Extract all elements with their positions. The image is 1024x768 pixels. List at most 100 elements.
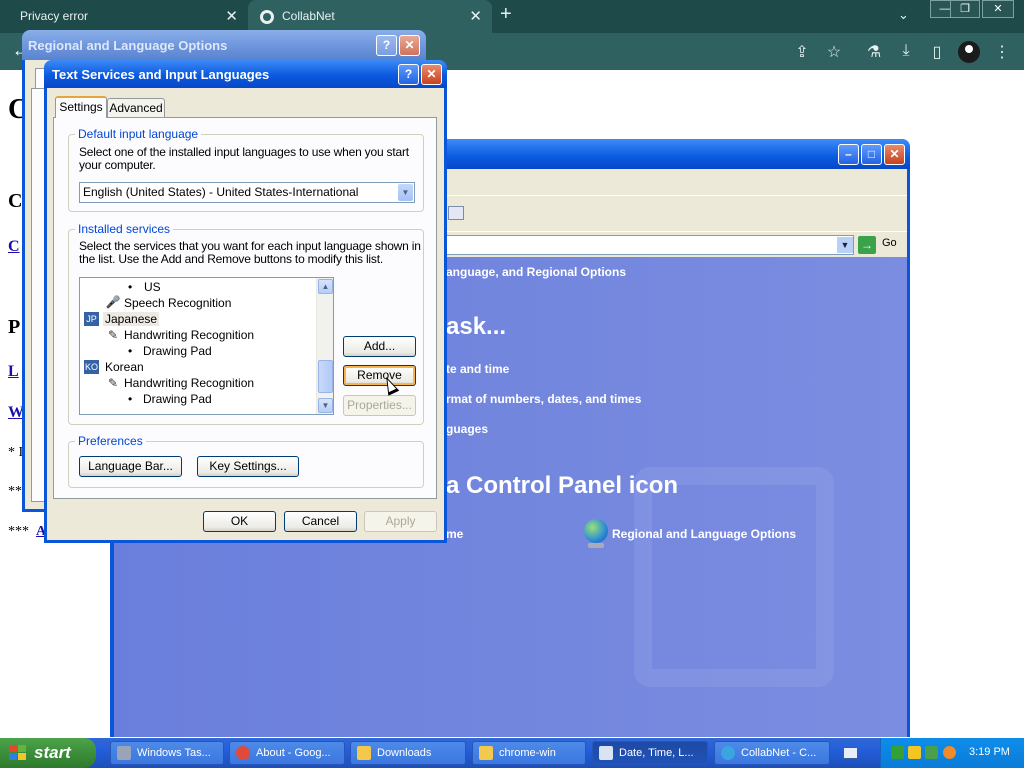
tab-settings[interactable]: Settings bbox=[55, 96, 107, 118]
flask-icon[interactable]: ⚗ bbox=[864, 42, 884, 62]
text-services-body: Settings Advanced Default input language… bbox=[47, 88, 444, 540]
apply-button[interactable]: Apply bbox=[364, 511, 437, 532]
text-services-titlebar: Text Services and Input Languages ? ✕ bbox=[44, 60, 447, 88]
list-item[interactable]: Handwriting Recognition bbox=[124, 376, 254, 390]
task-link-languages[interactable]: guages bbox=[446, 422, 488, 436]
close-window-button[interactable]: ✕ bbox=[982, 0, 1014, 18]
tab-advanced[interactable]: Advanced bbox=[107, 98, 165, 118]
default-language-select[interactable]: English (United States) - United States-… bbox=[79, 182, 415, 203]
download-icon[interactable]: ⤓ bbox=[896, 42, 916, 60]
regional-language-options-link[interactable]: Regional and Language Options bbox=[612, 527, 796, 541]
pen-icon: ✎ bbox=[107, 376, 119, 390]
tab-search-button[interactable]: ⌄ bbox=[898, 7, 909, 23]
start-label: start bbox=[34, 743, 71, 762]
restore-button[interactable]: ❐ bbox=[950, 0, 980, 18]
list-item[interactable]: Drawing Pad bbox=[143, 344, 212, 358]
list-item[interactable]: US bbox=[144, 280, 161, 294]
network-icon[interactable] bbox=[891, 746, 904, 759]
date-time-icon-link[interactable]: me bbox=[446, 527, 463, 541]
properties-button[interactable]: Properties... bbox=[343, 395, 416, 416]
remove-button[interactable]: Remove bbox=[343, 365, 416, 386]
star-icon[interactable]: ☆ bbox=[824, 42, 844, 62]
dialog-title: Regional and Language Options bbox=[28, 38, 228, 53]
close-tab-icon[interactable]: ✕ bbox=[469, 0, 482, 33]
group-title: Preferences bbox=[75, 434, 146, 448]
page-link-fragment[interactable]: L bbox=[8, 363, 19, 381]
maximize-icon[interactable]: □ bbox=[861, 144, 882, 165]
close-icon[interactable]: ✕ bbox=[421, 64, 442, 85]
taskbar-item-label: About - Goog... bbox=[256, 747, 331, 759]
sidebar-icon[interactable]: ▯ bbox=[927, 42, 947, 62]
group-title: Installed services bbox=[75, 222, 174, 236]
cancel-button[interactable]: Cancel bbox=[284, 511, 357, 532]
default-input-language-group: Default input language Select one of the… bbox=[68, 127, 424, 212]
help-icon[interactable]: ? bbox=[376, 35, 397, 56]
group-title: Default input language bbox=[75, 127, 202, 141]
taskbar-item-task-manager[interactable]: Windows Tas... bbox=[110, 741, 224, 765]
go-arrow-icon[interactable]: → bbox=[858, 236, 876, 254]
browser-tab-strip: Privacy error ✕ CollabNet ✕ + ⌄ — ❐ ✕ bbox=[0, 0, 1024, 33]
tab-collabnet[interactable]: CollabNet ✕ bbox=[248, 0, 492, 33]
taskbar-item-about-google[interactable]: About - Goog... bbox=[229, 741, 345, 765]
views-icon[interactable] bbox=[448, 206, 464, 220]
task-link-number-format[interactable]: rmat of numbers, dates, and times bbox=[446, 392, 641, 406]
start-button[interactable]: start bbox=[0, 738, 96, 768]
minimize-icon[interactable]: – bbox=[838, 144, 859, 165]
regional-dialog-titlebar: Regional and Language Options ? ✕ bbox=[22, 30, 426, 60]
language-bar-button[interactable]: Language Bar... bbox=[79, 456, 182, 477]
text-services-dialog: Text Services and Input Languages ? ✕ Se… bbox=[44, 60, 447, 543]
search-icon[interactable] bbox=[943, 746, 956, 759]
taskbar-item-date-time[interactable]: Date, Time, L... bbox=[592, 741, 708, 765]
help-icon[interactable]: ? bbox=[398, 64, 419, 85]
scroll-down-icon[interactable]: ▼ bbox=[318, 398, 333, 413]
installed-services-list[interactable]: • US 🎤 Speech Recognition JP Japanese ✎ … bbox=[79, 277, 334, 415]
checkmark-watermark bbox=[634, 467, 834, 687]
share-icon[interactable]: ⇪ bbox=[792, 42, 812, 62]
clock: 3:19 PM bbox=[969, 746, 1010, 758]
ok-button[interactable]: OK bbox=[203, 511, 276, 532]
scrollbar[interactable]: ▲ ▼ bbox=[316, 278, 333, 414]
task-link-date-time[interactable]: te and time bbox=[446, 362, 509, 376]
close-icon[interactable]: ✕ bbox=[884, 144, 905, 165]
go-button[interactable]: Go bbox=[882, 237, 897, 249]
language-badge: KO bbox=[84, 360, 99, 374]
add-button[interactable]: Add... bbox=[343, 336, 416, 357]
bullet: • bbox=[128, 280, 133, 294]
close-tab-icon[interactable]: ✕ bbox=[225, 0, 238, 33]
list-item[interactable]: Speech Recognition bbox=[124, 296, 231, 310]
page-subheading-fragment: C bbox=[8, 190, 23, 212]
taskbar-item-label: Windows Tas... bbox=[137, 747, 211, 759]
pen-icon: ✎ bbox=[107, 328, 119, 342]
installed-services-group: Installed services Select the services t… bbox=[68, 222, 424, 425]
globe-stand bbox=[588, 543, 604, 548]
keyboard-icon[interactable] bbox=[843, 747, 858, 759]
taskbar-item-label: chrome-win bbox=[499, 747, 556, 759]
list-item-selected[interactable]: Japanese bbox=[103, 312, 160, 326]
close-icon[interactable]: ✕ bbox=[399, 35, 420, 56]
scroll-up-icon[interactable]: ▲ bbox=[318, 279, 333, 294]
folder-icon bbox=[479, 746, 493, 760]
globe-icon bbox=[260, 10, 274, 24]
chevron-down-icon[interactable]: ▼ bbox=[398, 184, 413, 201]
monitor-icon bbox=[117, 746, 131, 760]
taskbar-item-collabnet[interactable]: CollabNet - C... bbox=[714, 741, 830, 765]
scroll-thumb[interactable] bbox=[318, 360, 333, 393]
shield-icon[interactable] bbox=[908, 746, 921, 759]
page-subheading-fragment: P bbox=[8, 316, 21, 338]
chevron-down-icon[interactable]: ▼ bbox=[837, 237, 853, 253]
tab-title: CollabNet bbox=[282, 9, 335, 23]
taskbar-item-downloads[interactable]: Downloads bbox=[350, 741, 466, 765]
taskbar-item-chrome-win[interactable]: chrome-win bbox=[472, 741, 586, 765]
list-item[interactable]: Drawing Pad bbox=[143, 392, 212, 406]
list-item[interactable]: Korean bbox=[105, 360, 144, 374]
page-link-fragment[interactable]: C bbox=[8, 238, 20, 256]
group-description: Select the services that you want for ea… bbox=[79, 239, 421, 266]
globe-icon[interactable] bbox=[584, 519, 608, 543]
new-tab-button[interactable]: + bbox=[500, 3, 512, 26]
profile-icon[interactable] bbox=[958, 41, 980, 63]
key-settings-button[interactable]: Key Settings... bbox=[197, 456, 299, 477]
menu-icon[interactable]: ⋮ bbox=[992, 42, 1012, 62]
tab-privacy-error[interactable]: Privacy error ✕ bbox=[0, 0, 248, 33]
list-item[interactable]: Handwriting Recognition bbox=[124, 328, 254, 342]
security-icon[interactable] bbox=[925, 746, 938, 759]
